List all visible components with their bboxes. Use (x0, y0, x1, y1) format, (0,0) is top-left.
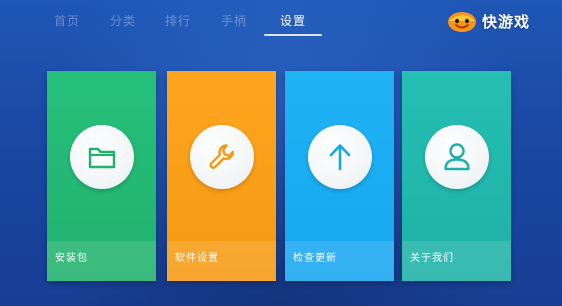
software-settings-icon-circle (189, 125, 254, 189)
card-install-packages-label: 安装包 (55, 253, 88, 264)
top-navigation: 首页 分类 排行 手柄 设置 快游戏 (0, 0, 562, 40)
folder-icon (88, 147, 115, 169)
about-us-icon-circle (424, 125, 489, 189)
arrow-up-icon (329, 144, 350, 171)
check-updates-icon-circle (307, 125, 372, 189)
tab-home-label: 首页 (53, 14, 80, 28)
tab-gamepad-label: 手柄 (220, 14, 247, 28)
card-software-settings[interactable]: 软件设置 (167, 71, 276, 281)
brand-name: 快游戏 (482, 12, 531, 31)
smiling-face-logo-icon (448, 12, 476, 32)
active-tab-underline (264, 34, 322, 36)
tab-settings[interactable]: 设置 (264, 12, 322, 36)
tab-categories-label: 分类 (109, 14, 136, 28)
tab-home[interactable]: 首页 (52, 12, 82, 34)
card-check-updates[interactable]: 检查更新 (285, 71, 394, 281)
tab-rankings-label: 排行 (164, 14, 191, 28)
tab-settings-label: 设置 (279, 14, 306, 28)
wrench-icon (209, 144, 234, 169)
install-packages-icon-circle (69, 125, 134, 189)
tab-rankings[interactable]: 排行 (163, 12, 193, 34)
card-software-settings-label: 软件设置 (175, 253, 219, 264)
user-icon (443, 143, 470, 171)
tab-gamepad[interactable]: 手柄 (219, 12, 249, 34)
tab-categories[interactable]: 分类 (108, 12, 138, 34)
card-about-us-label: 关于我们 (410, 253, 454, 264)
card-install-packages[interactable]: 安装包 (47, 71, 156, 281)
card-about-us[interactable]: 关于我们 (402, 71, 511, 281)
card-check-updates-label: 检查更新 (293, 253, 337, 264)
brand: 快游戏 (446, 8, 530, 34)
